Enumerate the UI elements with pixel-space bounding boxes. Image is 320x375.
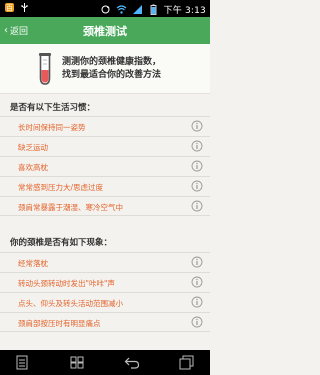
title-bar: ‹ 返回 颈椎测试 bbox=[0, 17, 210, 44]
info-icon[interactable] bbox=[191, 120, 203, 132]
sync-icon bbox=[101, 5, 110, 14]
list-item[interactable]: 缺乏运动 bbox=[0, 136, 210, 156]
intro-banner: 测测你的颈椎健康指数， 找到最适合你的改善方法 bbox=[0, 44, 210, 94]
wifi-icon bbox=[116, 5, 126, 14]
list-item[interactable]: 点头、仰头及转头活动范围减小 bbox=[0, 292, 210, 312]
menu-icon[interactable] bbox=[14, 355, 30, 370]
list-item[interactable]: 经常落枕 bbox=[0, 252, 210, 272]
banner-line-2: 找到最适合你的改善方法 bbox=[62, 70, 162, 80]
usb-icon bbox=[21, 3, 28, 12]
status-time: 下午 3:13 bbox=[163, 6, 206, 16]
back-nav-icon[interactable] bbox=[124, 355, 140, 370]
list-item[interactable]: 喜欢高枕 bbox=[0, 156, 210, 176]
list-item-label: 转动头颈转动时发出"咔咔"声 bbox=[18, 279, 115, 288]
lifestyle-list: 长时间保持同一姿势 缺乏运动 喜欢高枕 常常感到压力大/思虑过度 颈肩常暴露于潮… bbox=[0, 116, 210, 216]
list-item-label: 缺乏运动 bbox=[18, 143, 48, 152]
list-item-label: 喜欢高枕 bbox=[18, 163, 48, 172]
list-item-label: 常常感到压力大/思虑过度 bbox=[18, 183, 104, 192]
info-icon[interactable] bbox=[191, 276, 203, 288]
list-item[interactable]: 常常感到压力大/思虑过度 bbox=[0, 176, 210, 196]
list-item[interactable]: 转动头颈转动时发出"咔咔"声 bbox=[0, 272, 210, 292]
info-icon[interactable] bbox=[191, 256, 203, 268]
symptoms-list: 经常落枕 转动头颈转动时发出"咔咔"声 点头、仰头及转头活动范围减小 颈肩部按压… bbox=[0, 252, 210, 332]
page-title: 颈椎测试 bbox=[83, 25, 127, 38]
cellular-signal-icon bbox=[132, 5, 142, 14]
test-tube-icon bbox=[39, 53, 51, 85]
list-item[interactable]: 长时间保持同一姿势 bbox=[0, 116, 210, 136]
list-item[interactable]: 颈肩常暴露于潮湿、寒冷空气中 bbox=[0, 196, 210, 216]
app-notification-icon: 百 bbox=[5, 3, 14, 12]
info-icon[interactable] bbox=[191, 140, 203, 152]
list-item-label: 经常落枕 bbox=[18, 259, 48, 268]
system-nav-bar bbox=[0, 350, 210, 375]
battery-icon bbox=[150, 4, 156, 15]
section-title-lifestyle: 是否有以下生活习惯： bbox=[10, 103, 96, 113]
info-icon[interactable] bbox=[191, 160, 203, 172]
list-item-label: 长时间保持同一姿势 bbox=[18, 123, 86, 132]
home-icon[interactable] bbox=[69, 355, 85, 370]
recent-apps-icon[interactable] bbox=[178, 355, 194, 370]
list-item-label: 颈肩常暴露于潮湿、寒冷空气中 bbox=[18, 203, 123, 212]
list-item-label: 点头、仰头及转头活动范围减小 bbox=[18, 299, 123, 308]
list-item-label: 颈肩部按压时有明显痛点 bbox=[18, 319, 101, 328]
status-bar: 百 下午 3:13 bbox=[0, 0, 210, 17]
list-item[interactable]: 颈肩部按压时有明显痛点 bbox=[0, 312, 210, 332]
info-icon[interactable] bbox=[191, 200, 203, 212]
banner-line-1: 测测你的颈椎健康指数， bbox=[62, 57, 162, 67]
info-icon[interactable] bbox=[191, 316, 203, 328]
info-icon[interactable] bbox=[191, 180, 203, 192]
section-title-symptoms: 你的颈椎是否有如下现象： bbox=[10, 238, 113, 248]
svg-text:百: 百 bbox=[6, 4, 13, 12]
info-icon[interactable] bbox=[191, 296, 203, 308]
